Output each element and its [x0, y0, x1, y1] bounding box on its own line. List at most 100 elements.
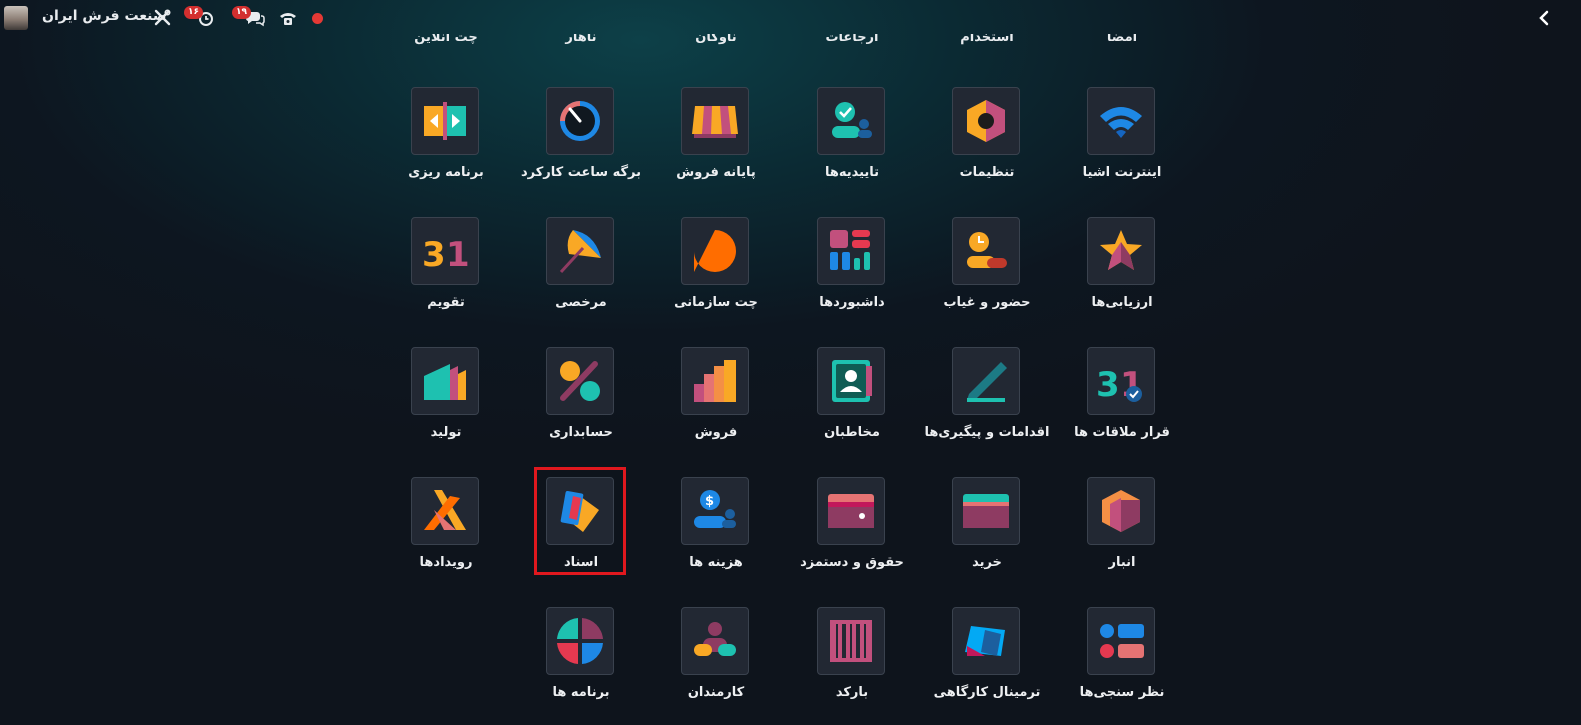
- app-accounting[interactable]: حسابداری: [511, 347, 651, 457]
- bars-chart-icon: [681, 347, 749, 415]
- app-iot[interactable]: اینترنت اشیا: [1052, 87, 1192, 197]
- app-appointments[interactable]: 31 قرار ملاقات ها: [1052, 347, 1192, 457]
- app-label: تقویم: [427, 295, 465, 310]
- chevron-right-icon[interactable]: [1536, 9, 1552, 27]
- terminal-icon: [952, 607, 1020, 675]
- app-apps[interactable]: برنامه ها: [511, 607, 651, 717]
- activity-count-badge: ۱۶: [184, 6, 203, 19]
- settings-hex-icon: [952, 87, 1020, 155]
- app-label: برنامه ریزی: [408, 165, 484, 180]
- expenses-icon: $: [681, 477, 749, 545]
- pencil-icon: [952, 347, 1020, 415]
- barcode-icon: [817, 607, 885, 675]
- app-surveys[interactable]: نظر سنجی‌ها: [1052, 607, 1192, 717]
- app-manufacturing[interactable]: تولید: [376, 347, 516, 457]
- tools-icon[interactable]: [152, 9, 172, 27]
- app-contacts[interactable]: مخاطبان: [782, 347, 922, 457]
- app-appraisals[interactable]: ارزیابی‌ها: [1052, 217, 1192, 327]
- chat-bubble-icon: [681, 217, 749, 285]
- box-icon: [1087, 477, 1155, 545]
- app-label: داشبوردها: [819, 295, 885, 310]
- app-label: قرار ملاقات ها: [1074, 425, 1170, 440]
- app-dashboards[interactable]: داشبوردها: [782, 217, 922, 327]
- app-label-partial: ناوگان: [695, 34, 737, 45]
- phone-icon[interactable]: [278, 9, 298, 27]
- app-sales[interactable]: فروش: [646, 347, 786, 457]
- user-avatar[interactable]: [4, 6, 28, 30]
- app-label: خرید: [972, 555, 1002, 570]
- app-label: مرخصی: [555, 295, 607, 310]
- app-calendar[interactable]: 31 تقویم: [376, 217, 516, 327]
- app-payroll[interactable]: حقوق و دستمزد: [782, 477, 922, 587]
- umbrella-icon: [546, 217, 614, 285]
- app-label: حقوق و دستمزد: [800, 555, 904, 570]
- app-label-partial: ناهار: [565, 34, 597, 45]
- app-label: فروش: [694, 425, 738, 440]
- calendar-31-icon: 31: [411, 217, 479, 285]
- survey-icon: [1087, 607, 1155, 675]
- app-settings[interactable]: تنظیمات: [917, 87, 1057, 197]
- percent-icon: [546, 347, 614, 415]
- app-label: اینترنت اشیا: [1082, 165, 1162, 180]
- app-shop-floor[interactable]: ترمینال کارگاهی: [917, 607, 1057, 717]
- svg-text:3: 3: [1096, 365, 1120, 405]
- app-expenses[interactable]: $ هزینه ها: [646, 477, 786, 587]
- app-label-partial: چت آنلاین: [414, 34, 478, 45]
- timesheet-dial-icon: [546, 87, 614, 155]
- app-label: رویدادها: [419, 555, 473, 570]
- wifi-icon: [1087, 87, 1155, 155]
- app-barcode[interactable]: بارکد: [782, 607, 922, 717]
- app-planning[interactable]: برنامه ریزی: [376, 87, 516, 197]
- factory-icon: [411, 347, 479, 415]
- svg-text:3: 3: [422, 235, 446, 275]
- app-label: چت سازمانی: [674, 295, 758, 310]
- app-time-off[interactable]: مرخصی: [511, 217, 651, 327]
- app-label: ارزیابی‌ها: [1091, 295, 1153, 310]
- app-label: اقدامات و پیگیری‌ها: [924, 425, 1050, 440]
- svg-text:1: 1: [446, 235, 470, 275]
- app-label: انبار: [1108, 555, 1136, 570]
- app-employees[interactable]: کارمندان: [646, 607, 786, 717]
- app-timesheet[interactable]: برگه ساعت کارکرد: [511, 87, 651, 197]
- approvals-icon: [817, 87, 885, 155]
- app-activities[interactable]: اقدامات و پیگیری‌ها: [917, 347, 1057, 457]
- app-label: تولید: [430, 425, 462, 440]
- shop-awning-icon: [681, 87, 749, 155]
- record-indicator-icon: [312, 13, 323, 24]
- top-navbar: صنعت فرش ایران ۱۶ ۱۹: [0, 0, 1581, 36]
- app-label: پایانه فروش: [676, 165, 756, 180]
- app-label: برگه ساعت کارکرد: [520, 165, 641, 180]
- app-label-partial: امضا: [1106, 34, 1138, 45]
- apps-icon: [546, 607, 614, 675]
- app-label: کارمندان: [687, 685, 745, 700]
- purchase-card-icon: [952, 477, 1020, 545]
- app-label: بارکد: [835, 685, 869, 700]
- app-discuss[interactable]: چت سازمانی: [646, 217, 786, 327]
- app-attendance[interactable]: حضور و غیاب: [917, 217, 1057, 327]
- app-label: حضور و غیاب: [943, 295, 1031, 310]
- employees-icon: [681, 607, 749, 675]
- app-label: حسابداری: [549, 425, 613, 440]
- app-label-partial: ارجاعات: [825, 34, 879, 45]
- highlight-box: [534, 467, 626, 575]
- messages-count-badge: ۱۹: [232, 6, 251, 19]
- app-inventory[interactable]: انبار: [1052, 477, 1192, 587]
- app-purchase[interactable]: خرید: [917, 477, 1057, 587]
- app-label: تاییدیه‌ها: [824, 165, 880, 180]
- payroll-icon: [817, 477, 885, 545]
- attendance-icon: [952, 217, 1020, 285]
- app-events[interactable]: رویدادها: [376, 477, 516, 587]
- app-approvals[interactable]: تاییدیه‌ها: [782, 87, 922, 197]
- app-label: مخاطبان: [824, 425, 880, 440]
- app-label: برنامه ها: [552, 685, 610, 700]
- contacts-icon: [817, 347, 885, 415]
- planning-icon: [411, 87, 479, 155]
- svg-text:$: $: [705, 494, 714, 509]
- app-label-partial: استخدام: [960, 34, 1014, 45]
- app-label: نظر سنجی‌ها: [1079, 685, 1165, 700]
- app-pos[interactable]: پایانه فروش: [646, 87, 786, 197]
- company-switcher[interactable]: صنعت فرش ایران: [42, 8, 166, 24]
- dashboard-icon: [817, 217, 885, 285]
- star-icon: [1087, 217, 1155, 285]
- app-label: هزینه ها: [689, 555, 743, 570]
